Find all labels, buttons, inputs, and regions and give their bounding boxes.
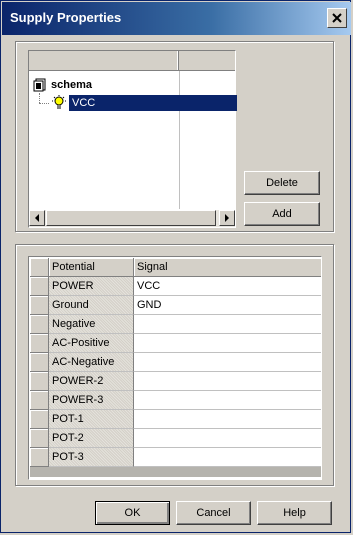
scroll-left-button[interactable] — [29, 210, 45, 226]
cell-potential: POWER-3 — [49, 391, 134, 410]
row-header[interactable] — [30, 296, 49, 315]
table-row[interactable]: Negative — [30, 315, 321, 334]
table-row[interactable]: Ground GND — [30, 296, 321, 315]
close-icon — [332, 13, 342, 23]
cell-potential: POT-2 — [49, 429, 134, 448]
cell-signal[interactable] — [134, 315, 321, 334]
bulb-icon — [52, 95, 66, 109]
cell-potential: POT-1 — [49, 410, 134, 429]
tree-connector — [39, 93, 41, 103]
cell-signal[interactable] — [134, 372, 321, 391]
supply-properties-dialog: Supply Properties schema VCC Delete Add … — [0, 0, 351, 533]
schema-icon — [33, 78, 46, 92]
row-header[interactable] — [30, 353, 49, 372]
table-row[interactable]: POT-2 — [30, 429, 321, 448]
close-button[interactable] — [327, 8, 347, 28]
cell-potential: Ground — [49, 296, 134, 315]
table-row[interactable]: AC-Negative — [30, 353, 321, 372]
cell-signal[interactable] — [134, 353, 321, 372]
tree-horizontal-scrollbar[interactable] — [29, 210, 235, 227]
table-row[interactable]: POT-1 — [30, 410, 321, 429]
tree-header-col1[interactable] — [29, 51, 179, 70]
potential-signal-grid[interactable]: Potential Signal POWER VCC Ground GND Negati… — [28, 256, 322, 480]
row-header[interactable] — [30, 391, 49, 410]
tree-column-divider — [179, 71, 180, 209]
table-row[interactable]: POWER-3 — [30, 391, 321, 410]
help-button[interactable]: Help — [257, 501, 332, 525]
row-header[interactable] — [30, 372, 49, 391]
cell-potential: AC-Negative — [49, 353, 134, 372]
cell-potential: POT-3 — [49, 448, 134, 467]
supply-tree[interactable]: schema VCC — [28, 50, 237, 228]
potential-grid-group: Potential Signal POWER VCC Ground GND Negati… — [15, 244, 334, 486]
add-button[interactable]: Add — [244, 202, 320, 226]
cell-signal[interactable] — [134, 448, 321, 467]
arrow-right-icon — [225, 214, 229, 222]
cell-signal[interactable]: GND — [134, 296, 321, 315]
cell-signal[interactable] — [134, 334, 321, 353]
cell-signal[interactable]: VCC — [134, 277, 321, 296]
tree-node-label: VCC — [69, 95, 99, 111]
row-header[interactable] — [30, 410, 49, 429]
column-header-signal[interactable]: Signal — [134, 258, 321, 277]
tree-node-label: schema — [51, 79, 92, 91]
cell-signal[interactable] — [134, 410, 321, 429]
cell-potential: POWER — [49, 277, 134, 296]
ok-button[interactable]: OK — [95, 501, 170, 525]
row-header[interactable] — [30, 334, 49, 353]
arrow-left-icon — [35, 214, 39, 222]
column-header-potential[interactable]: Potential — [49, 258, 134, 277]
cell-potential: Negative — [49, 315, 134, 334]
window-title: Supply Properties — [10, 10, 122, 25]
row-header[interactable] — [30, 315, 49, 334]
scroll-right-button[interactable] — [219, 210, 235, 226]
row-header[interactable] — [30, 277, 49, 296]
grid-empty-area — [30, 467, 321, 477]
table-row[interactable]: POT-3 — [30, 448, 321, 467]
supply-tree-group: schema VCC Delete Add — [15, 41, 334, 232]
table-row[interactable]: POWER VCC — [30, 277, 321, 296]
table-row[interactable]: POWER-2 — [30, 372, 321, 391]
tree-header — [29, 51, 235, 71]
row-header[interactable] — [30, 448, 49, 467]
grid-header-row: Potential Signal — [30, 258, 321, 277]
tree-connector-h — [39, 103, 49, 105]
title-bar[interactable]: Supply Properties — [2, 2, 351, 35]
cancel-button[interactable]: Cancel — [176, 501, 251, 525]
table-row[interactable]: AC-Positive — [30, 334, 321, 353]
cell-signal[interactable] — [134, 429, 321, 448]
scroll-thumb[interactable] — [46, 210, 216, 226]
cell-signal[interactable] — [134, 391, 321, 410]
cell-potential: AC-Positive — [49, 334, 134, 353]
grid-corner[interactable] — [30, 258, 49, 277]
delete-button[interactable]: Delete — [244, 171, 320, 195]
cell-potential: POWER-2 — [49, 372, 134, 391]
grid-body: Potential Signal POWER VCC Ground GND Negati… — [30, 258, 321, 476]
row-header[interactable] — [30, 429, 49, 448]
